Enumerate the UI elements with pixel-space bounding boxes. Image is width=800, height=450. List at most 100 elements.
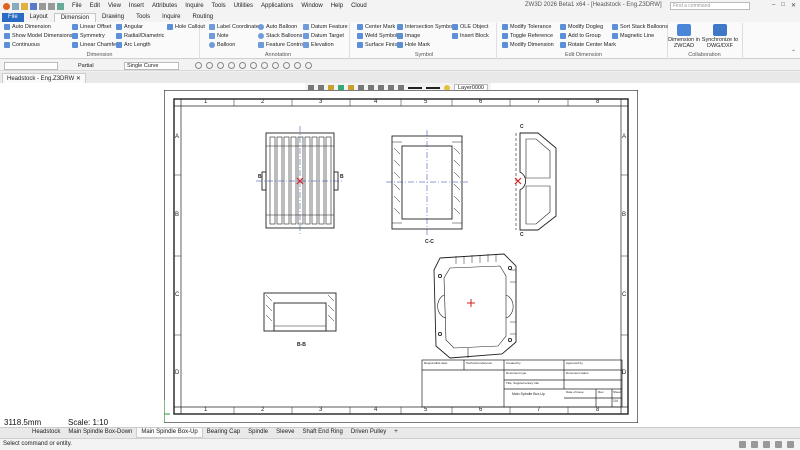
tab-layout[interactable]: Layout	[24, 13, 54, 22]
tab-drawing[interactable]: Drawing	[96, 13, 130, 22]
weld-symbol-button[interactable]: Weld Symbol	[357, 33, 397, 39]
label-coordinate-button[interactable]: Label Coordinate	[209, 24, 259, 30]
elevation-button[interactable]: Elevation	[303, 42, 334, 48]
pick-icon-1[interactable]	[195, 62, 202, 69]
add-to-group-button[interactable]: Add to Group	[560, 33, 601, 39]
pick-icon-3[interactable]	[217, 62, 224, 69]
linear-offset-button[interactable]: Linear Offset	[72, 24, 111, 30]
intersection-symbol-button[interactable]: Intersection Symbol	[397, 24, 453, 30]
command-search-input[interactable]: Find a command	[670, 2, 750, 10]
datum-target-button[interactable]: Datum Target	[303, 33, 344, 39]
sheet-tab-box-up[interactable]: Main Spindle Box-Up	[136, 428, 203, 438]
drawing-workspace[interactable]: Layer0000 1 2 3 4 5 6 7 8 1 2 3 4 5 6 7 …	[0, 83, 800, 427]
add-sheet-icon[interactable]: +	[390, 428, 402, 438]
sheet-tab-box-down[interactable]: Main Spindle Box-Down	[64, 428, 136, 438]
sheet-tab-sleeve[interactable]: Sleeve	[272, 428, 298, 438]
curve-mode-dropdown[interactable]: Single Curve	[124, 62, 179, 70]
pick-icon-9[interactable]	[283, 62, 290, 69]
maximize-button[interactable]: □	[781, 2, 785, 9]
pick-icon-6[interactable]	[250, 62, 257, 69]
sheet-tab-bearing-cap[interactable]: Bearing Cap	[203, 428, 244, 438]
ole-object-button[interactable]: OLE Object	[452, 24, 488, 30]
status-icon-4[interactable]	[775, 441, 782, 448]
menu-file[interactable]: File	[72, 3, 82, 9]
minimize-button[interactable]: –	[772, 2, 775, 9]
pick-icon-8[interactable]	[272, 62, 279, 69]
sheet-tab-shaft-end-ring[interactable]: Shaft End Ring	[299, 428, 347, 438]
modify-tolerance-button[interactable]: Modify Tolerance	[502, 24, 551, 30]
app-logo-icon[interactable]	[3, 2, 10, 10]
rotate-center-mark-button[interactable]: Rotate Center Mark	[560, 42, 616, 48]
tab-routing[interactable]: Routing	[186, 13, 219, 22]
continuous-button[interactable]: Continuous	[4, 42, 40, 48]
linear-chamfer-button[interactable]: Linear Chamfer	[72, 42, 118, 48]
arc-length-button[interactable]: Arc Length	[116, 42, 151, 48]
datum-feature-button[interactable]: Datum Feature	[303, 24, 348, 30]
menu-cloud[interactable]: Cloud	[351, 3, 367, 9]
close-doc-icon[interactable]: ✕	[76, 76, 81, 82]
auto-balloon-button[interactable]: Auto Balloon	[258, 24, 297, 30]
open-icon[interactable]	[21, 2, 28, 10]
tab-dimension[interactable]: Dimension	[53, 13, 97, 22]
menu-window[interactable]: Window	[301, 3, 322, 9]
undo-icon[interactable]	[39, 2, 46, 10]
menu-edit[interactable]: Edit	[90, 3, 100, 9]
sheet-tab-spindle[interactable]: Spindle	[244, 428, 272, 438]
pick-icon-7[interactable]	[261, 62, 268, 69]
feature-control-button[interactable]: Feature Control	[258, 42, 304, 48]
angular-button[interactable]: Angular	[116, 24, 143, 30]
status-icon-5[interactable]	[787, 441, 794, 448]
menu-help[interactable]: Help	[331, 3, 343, 9]
tab-tools[interactable]: Tools	[130, 13, 156, 22]
menu-utilities[interactable]: Utilities	[234, 3, 253, 9]
pick-icon-4[interactable]	[228, 62, 235, 69]
pick-icon-5[interactable]	[239, 62, 246, 69]
status-icon-2[interactable]	[751, 441, 758, 448]
show-model-dimensions-button[interactable]: Show Model Dimensions	[4, 33, 73, 39]
toggle-reference-button[interactable]: Toggle Reference	[502, 33, 553, 39]
sheet-tab-driven-pulley[interactable]: Driven Pulley	[347, 428, 390, 438]
menu-insert[interactable]: Insert	[129, 3, 144, 9]
sort-stack-balloons-button[interactable]: Sort Stack Balloons	[612, 24, 668, 30]
hole-mark-button[interactable]: Hole Mark	[397, 42, 430, 48]
stack-balloons-button[interactable]: Stack Balloons	[258, 33, 302, 39]
status-icon-1[interactable]	[739, 441, 746, 448]
dimension-in-zwcad-button[interactable]: Dimension in ZWCAD	[668, 24, 700, 49]
save-icon[interactable]	[30, 2, 37, 10]
tab-inquire[interactable]: Inquire	[156, 13, 186, 22]
menu-tools[interactable]: Tools	[212, 3, 226, 9]
redo-icon[interactable]	[48, 2, 55, 10]
modify-dogleg-button[interactable]: Modify Dogleg	[560, 24, 603, 30]
document-tab[interactable]: Headstock - Eng.Z3DRW ✕	[2, 73, 86, 83]
menu-applications[interactable]: Applications	[261, 3, 293, 9]
synchronize-button[interactable]: Synchronize to DWG/DXF	[700, 24, 740, 49]
symmetry-button[interactable]: Symmetry	[72, 33, 105, 39]
close-button[interactable]: ✕	[791, 2, 796, 9]
insert-block-button[interactable]: Insert Block	[452, 33, 489, 39]
pick-icon-2[interactable]	[206, 62, 213, 69]
image-button[interactable]: Image	[397, 33, 420, 39]
pick-icon-11[interactable]	[305, 62, 312, 69]
drawing-sheet[interactable]: 1 2 3 4 5 6 7 8 1 2 3 4 5 6 7 8 A B C D …	[164, 90, 638, 423]
collapse-ribbon-icon[interactable]: ⌃	[791, 49, 796, 56]
balloon-button[interactable]: Balloon	[209, 42, 235, 48]
auto-dimension-button[interactable]: Auto Dimension	[4, 24, 51, 30]
new-icon[interactable]	[12, 2, 19, 10]
refresh-icon[interactable]	[57, 2, 64, 10]
menu-view[interactable]: View	[108, 3, 121, 9]
menu-inquire[interactable]: Inquire	[185, 3, 203, 9]
filter-dropdown[interactable]	[4, 62, 58, 70]
sheet-tab-headstock[interactable]: Headstock	[28, 428, 64, 438]
center-mark-button[interactable]: Center Mark	[357, 24, 395, 30]
line-style-icon[interactable]	[426, 86, 440, 89]
menu-attributes[interactable]: Attributes	[152, 3, 177, 9]
line-color-icon[interactable]	[408, 86, 422, 89]
radial-diametric-button[interactable]: Radial/Diametric	[116, 33, 164, 39]
note-button[interactable]: Note	[209, 33, 229, 39]
status-icon-3[interactable]	[763, 441, 770, 448]
pick-icon-10[interactable]	[294, 62, 301, 69]
hole-callout-button[interactable]: Hole Callout	[167, 24, 205, 30]
tab-file[interactable]: File	[2, 13, 24, 22]
modify-dimension-button[interactable]: Modify Dimension	[502, 42, 554, 48]
surface-finish-button[interactable]: Surface Finish	[357, 42, 400, 48]
